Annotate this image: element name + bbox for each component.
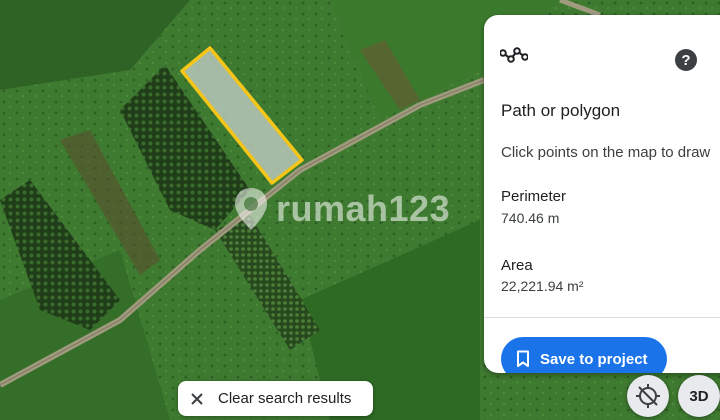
clear-search-label: Clear search results bbox=[218, 390, 352, 407]
perimeter-value: 740.46 m bbox=[501, 210, 560, 226]
help-icon[interactable]: ? bbox=[675, 49, 697, 71]
panel-hint: Click points on the map to draw bbox=[501, 144, 711, 161]
bookmark-icon bbox=[517, 350, 529, 367]
perimeter-label: Perimeter bbox=[501, 188, 567, 205]
area-value: 22,221.94 m² bbox=[501, 278, 584, 294]
path-polygon-icon bbox=[500, 47, 528, 63]
view-3d-button[interactable]: 3D bbox=[678, 375, 720, 417]
map-viewport[interactable]: rumah123 ? Path or polygon Click points … bbox=[0, 0, 720, 420]
measure-panel: ? Path or polygon Click points on the ma… bbox=[484, 15, 720, 373]
area-label: Area bbox=[501, 257, 533, 274]
save-to-project-button[interactable]: Save to project bbox=[501, 337, 667, 373]
close-icon bbox=[191, 392, 203, 405]
panel-title: Path or polygon bbox=[501, 101, 621, 120]
orientation-button[interactable] bbox=[627, 375, 669, 417]
compass-icon bbox=[636, 384, 660, 408]
save-button-label: Save to project bbox=[540, 350, 648, 368]
panel-divider bbox=[484, 317, 720, 318]
clear-search-button[interactable]: Clear search results bbox=[178, 381, 373, 416]
